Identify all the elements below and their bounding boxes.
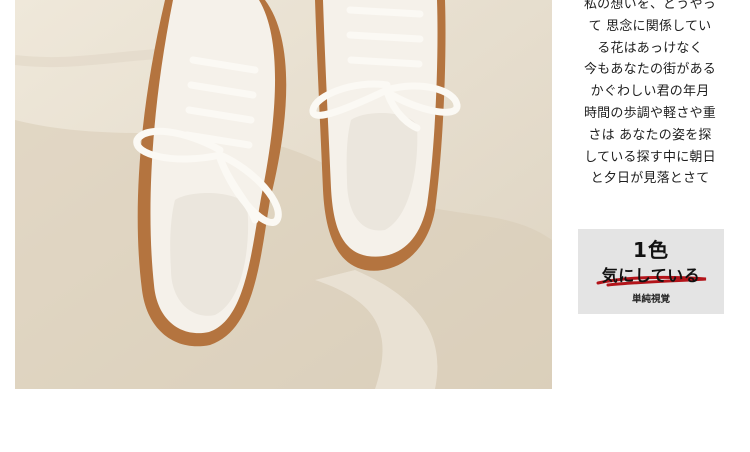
poem-line: と夕日が見落とさて bbox=[590, 171, 710, 187]
poem-text: 私の想いを、どうやっ て 思念に関係してい る花はあっけなく 今もあなたの街があ… bbox=[574, 0, 726, 190]
sneaker-illustration bbox=[15, 0, 552, 389]
tag-headline: 気にしている bbox=[601, 266, 701, 285]
tag-subtitle: 単純視覚 bbox=[631, 294, 670, 305]
poem-line: さは あなたの姿を探 bbox=[588, 127, 712, 143]
poem-line: 今もあなたの街がある bbox=[583, 62, 716, 78]
color-count-tag: 1色 気にしている 単純視覚 bbox=[578, 229, 724, 314]
poem-line: 時間の歩調や軽さや重 bbox=[583, 105, 716, 121]
poem-line: している探す中に朝日 bbox=[584, 149, 716, 165]
color-count: 1色 bbox=[633, 238, 669, 262]
poem-line: かぐわしい君の年月 bbox=[590, 84, 710, 100]
poem-line: 私の想いを、どうやっ bbox=[583, 0, 716, 12]
poem-line: て 思念に関係してい bbox=[588, 18, 712, 34]
product-photo bbox=[15, 0, 552, 389]
poem-line: る花はあっけなく bbox=[597, 40, 703, 56]
